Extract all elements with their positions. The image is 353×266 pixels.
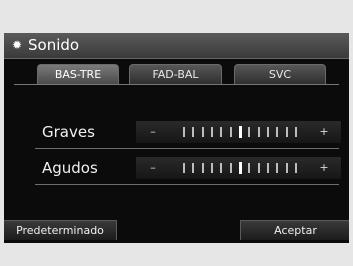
bass-label: Graves: [42, 123, 95, 141]
level-tick: [286, 163, 288, 173]
tab-bas-tre[interactable]: BAS-TRE: [37, 64, 119, 84]
level-tick: [211, 127, 213, 137]
audio-settings-screen: ✹ Sonido BAS-TRE FAD-BAL SVC Graves – + …: [4, 33, 349, 243]
level-tick: [286, 127, 288, 137]
level-indicator: [239, 162, 242, 174]
level-tick: [248, 163, 250, 173]
level-tick: [192, 127, 194, 137]
bass-decrease-button[interactable]: –: [146, 123, 160, 141]
bass-level-ticks: [183, 126, 297, 138]
level-tick: [276, 127, 278, 137]
level-tick: [192, 163, 194, 173]
level-tick: [258, 163, 260, 173]
level-tick: [248, 127, 250, 137]
treble-level-ticks: [183, 162, 297, 174]
level-tick: [295, 163, 297, 173]
default-button[interactable]: Predeterminado: [4, 220, 117, 240]
level-tick: [230, 163, 232, 173]
tab-fad-bal[interactable]: FAD-BAL: [129, 64, 222, 84]
level-tick: [295, 127, 297, 137]
level-tick: [183, 127, 185, 137]
level-tick: [230, 127, 232, 137]
level-tick: [220, 127, 222, 137]
level-tick: [258, 127, 260, 137]
level-tick: [267, 163, 269, 173]
level-tick: [276, 163, 278, 173]
row-divider: [35, 184, 339, 185]
bass-slider[interactable]: – +: [136, 121, 341, 143]
row-divider: [35, 148, 339, 149]
bass-increase-button[interactable]: +: [317, 123, 331, 141]
level-tick: [202, 163, 204, 173]
level-indicator: [239, 126, 242, 138]
level-tick: [220, 163, 222, 173]
page-title: Sonido: [28, 36, 80, 54]
treble-increase-button[interactable]: +: [317, 159, 331, 177]
treble-label: Agudos: [42, 159, 98, 177]
tab-bar: BAS-TRE FAD-BAL SVC: [4, 64, 349, 89]
gear-icon: ✹: [11, 38, 23, 52]
level-tick: [211, 163, 213, 173]
title-bar: ✹ Sonido: [4, 33, 349, 59]
level-tick: [202, 127, 204, 137]
treble-decrease-button[interactable]: –: [146, 159, 160, 177]
tab-svc[interactable]: SVC: [234, 64, 326, 84]
treble-slider[interactable]: – +: [136, 157, 341, 179]
tab-divider: [14, 84, 339, 85]
level-tick: [183, 163, 185, 173]
accept-button[interactable]: Aceptar: [240, 220, 349, 240]
level-tick: [267, 127, 269, 137]
